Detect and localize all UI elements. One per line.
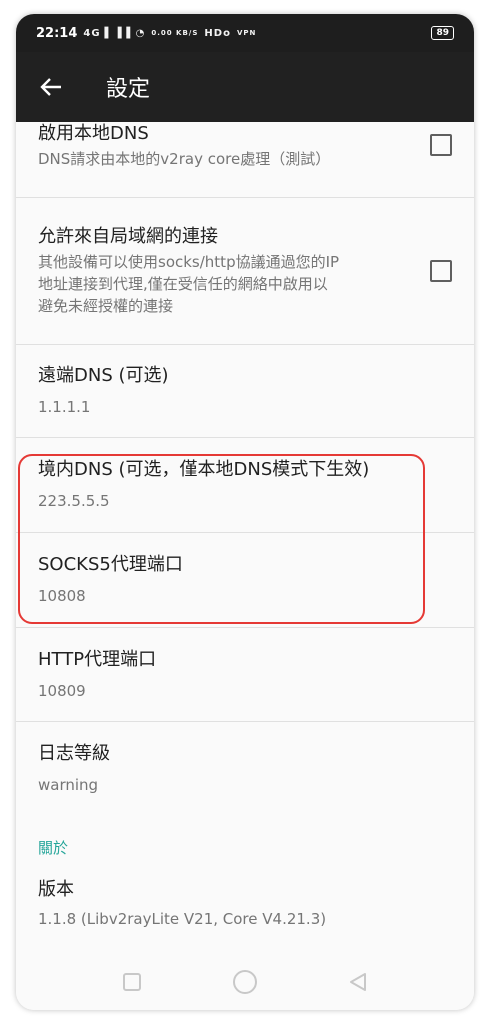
setting-summary-line1: 其他設備可以使用socks/http協議通過您的IP [38,253,340,271]
status-time: 22:14 [36,25,78,41]
setting-http-port[interactable]: HTTP代理端口 10809 [16,628,474,722]
phone-screen: 22:14 4G▐ ▐▐ ◔ 0.00 KB/S HDo VPN 89 設定 啟… [16,14,474,1010]
setting-title: 遠端DNS (可选) [38,365,169,386]
setting-summary-line3: 避免未經授權的連接 [38,297,174,315]
setting-title: 境内DNS (可选，僅本地DNS模式下生效) [38,459,370,480]
home-button[interactable] [225,967,265,997]
setting-summary: DNS請求由本地的v2ray core處理（測試） [38,150,331,168]
setting-value: 10809 [38,681,86,700]
vpn-icon: VPN [236,29,257,37]
page-title: 設定 [106,77,151,102]
setting-title: 啟用本地DNS [38,123,149,144]
settings-list: 啟用本地DNS DNS請求由本地的v2ray core處理（測試） 允許來自局域… [16,120,474,958]
setting-value: 1.1.8 (Libv2rayLite V21, Core V4.21.3) [38,910,327,928]
nav-back-button[interactable] [338,967,378,997]
hd-indicator: HDo [204,27,231,39]
setting-value: warning [38,776,99,794]
square-icon [123,973,142,991]
lan-connections-checkbox[interactable] [430,260,452,282]
circle-icon [232,970,257,994]
setting-title: 允許來自局域網的連接 [38,226,218,247]
toolbar: 設定 [16,52,474,122]
section-header-about: 關於 [38,838,69,857]
setting-value: 1.1.1.1 [38,398,91,416]
signal-icons: 4G▐ ▐▐ ◔ [83,27,146,39]
setting-summary-line2: 地址連接到代理,僅在受信任的網絡中啟用以 [38,275,328,293]
arrow-left-icon [40,78,61,96]
setting-title: HTTP代理端口 [38,648,157,670]
local-dns-checkbox[interactable] [430,134,452,156]
battery-icon: 89 [431,26,454,40]
setting-version[interactable]: 版本 1.1.8 (Libv2rayLite V21, Core V4.21.3… [16,878,474,958]
setting-lan-connections[interactable]: 允許來自局域網的連接 其他設備可以使用socks/http協議通過您的IP 地址… [16,198,474,345]
triangle-back-icon [349,973,366,991]
setting-log-level[interactable]: 日志等級 warning [16,722,474,816]
recent-apps-button[interactable] [112,967,152,997]
setting-title: 版本 [38,879,74,900]
status-bar: 22:14 4G▐ ▐▐ ◔ 0.00 KB/S HDo VPN 89 [16,14,474,52]
setting-value: 223.5.5.5 [38,492,110,510]
setting-domestic-dns[interactable]: 境内DNS (可选，僅本地DNS模式下生效) 223.5.5.5 [16,438,474,533]
setting-local-dns[interactable]: 啟用本地DNS DNS請求由本地的v2ray core處理（測試） [16,120,474,198]
setting-socks-port[interactable]: SOCKS5代理端口 10808 [16,533,474,628]
back-button[interactable] [16,77,86,97]
setting-title: 日志等級 [38,743,110,764]
setting-value: 10808 [38,587,86,605]
navigation-bar [16,954,474,1010]
setting-title: SOCKS5代理端口 [38,554,183,575]
setting-remote-dns[interactable]: 遠端DNS (可选) 1.1.1.1 [16,345,474,438]
net-speed: 0.00 KB/S [151,29,199,37]
